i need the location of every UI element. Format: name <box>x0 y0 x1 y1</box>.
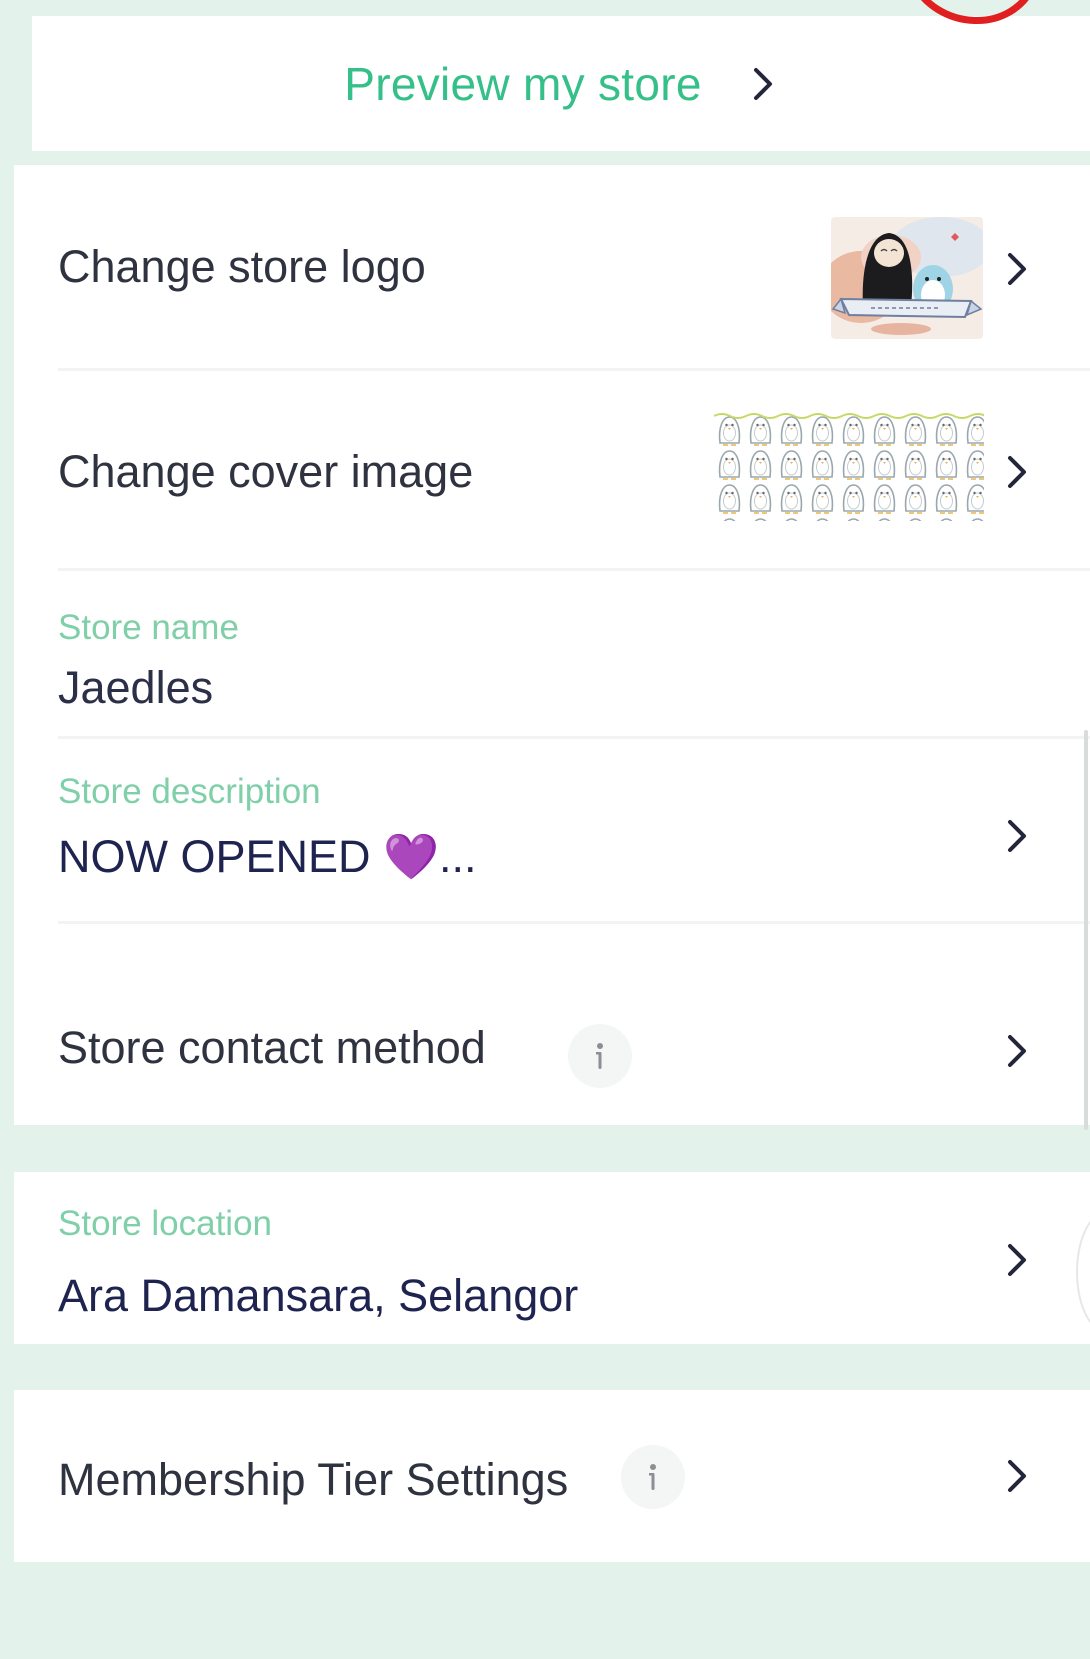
chevron-right-icon <box>1008 1244 1026 1276</box>
store-name-value: Jaedles <box>58 662 214 713</box>
store-location-label: Store location <box>58 1204 273 1243</box>
store-location-card: Store location Ara Damansara, Selangor <box>14 1172 1090 1344</box>
store-location-row[interactable]: Store location Ara Damansara, Selangor <box>14 1172 1090 1344</box>
scrollbar[interactable] <box>1084 730 1088 1130</box>
store-location-value: Ara Damansara, Selangor <box>58 1270 579 1321</box>
membership-tier-settings-row[interactable]: Membership Tier Settings <box>14 1390 1090 1562</box>
store-contact-method-row[interactable]: Store contact method <box>14 923 1090 1125</box>
preview-my-store-label: Preview my store <box>344 57 702 110</box>
annotation-circle-mark <box>921 0 1029 25</box>
change-store-logo-row[interactable]: Change store logo <box>14 165 1090 371</box>
cover-image-thumbnail <box>714 413 984 521</box>
chevron-right-icon <box>1008 456 1026 488</box>
store-description-label: Store description <box>58 772 321 811</box>
store-profile-card: Change store logo Change cover image Sto… <box>14 165 1090 1125</box>
store-name-row[interactable]: Store name Jaedles <box>14 570 1090 739</box>
preview-my-store-button[interactable]: Preview my store <box>32 16 1090 151</box>
membership-info-button[interactable] <box>621 1445 685 1509</box>
chevron-right-icon <box>1008 1035 1026 1067</box>
cover-image-pattern <box>714 413 984 521</box>
store-description-value: NOW OPENED 💜... <box>58 831 477 882</box>
change-cover-image-label: Change cover image <box>58 446 474 497</box>
change-cover-image-row[interactable]: Change cover image <box>14 370 1090 571</box>
store-name-label: Store name <box>58 608 239 647</box>
store-settings-page: Preview my store Change store logo Chang… <box>14 0 1090 1659</box>
info-icon <box>596 1043 603 1069</box>
store-description-row[interactable]: Store description NOW OPENED 💜... <box>14 738 1090 924</box>
membership-tier-settings-label: Membership Tier Settings <box>58 1454 569 1505</box>
store-contact-method-label: Store contact method <box>58 1022 486 1073</box>
chevron-right-icon <box>1008 253 1026 285</box>
store-logo-thumbnail <box>831 217 983 339</box>
contact-info-button[interactable] <box>568 1024 632 1088</box>
chevron-right-icon <box>1008 1460 1026 1492</box>
chevron-right-icon <box>753 67 772 100</box>
membership-card: Membership Tier Settings <box>14 1390 1090 1562</box>
change-store-logo-label: Change store logo <box>58 241 426 292</box>
chevron-right-icon <box>1008 820 1026 852</box>
info-icon <box>649 1464 656 1490</box>
store-logo-image <box>831 217 983 339</box>
